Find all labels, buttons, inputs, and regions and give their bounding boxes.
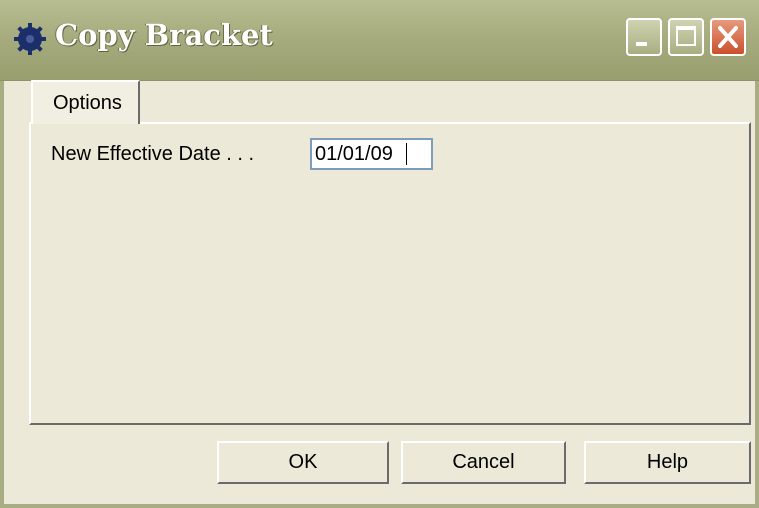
minimize-button[interactable]	[626, 18, 662, 56]
window-title: Copy Bracket	[55, 18, 273, 52]
cancel-button[interactable]: Cancel	[401, 441, 566, 484]
help-button[interactable]: Help	[584, 441, 751, 484]
ok-button[interactable]: OK	[217, 441, 389, 484]
maximize-icon	[676, 26, 696, 46]
effective-date-label: New Effective Date . . .	[51, 143, 255, 165]
close-button[interactable]	[710, 18, 746, 56]
maximize-button[interactable]	[668, 18, 704, 56]
tab-options[interactable]: Options	[31, 80, 140, 124]
title-bar[interactable]: Copy Bracket	[0, 0, 759, 81]
close-icon	[718, 26, 738, 48]
effective-date-value: 01/01/09	[315, 143, 393, 165]
gear-icon	[13, 22, 47, 56]
tab-options-label: Options	[53, 92, 122, 114]
effective-date-field[interactable]: 01/01/09	[310, 138, 433, 170]
minimize-icon	[636, 42, 647, 46]
text-caret	[406, 143, 407, 165]
copy-bracket-dialog: Copy Bracket Options New Effective Date …	[0, 0, 759, 508]
